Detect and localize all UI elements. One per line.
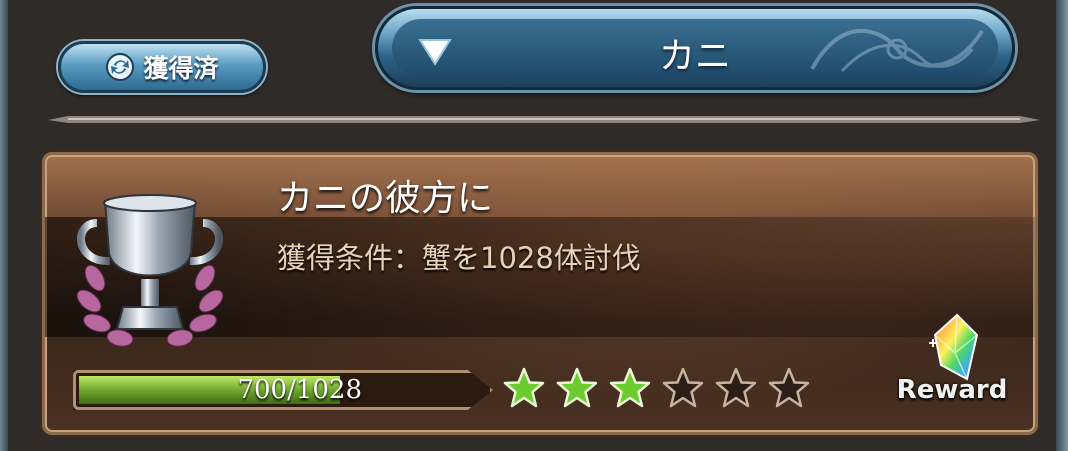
right-border [1056,0,1068,451]
achievement-condition: 獲得条件：蟹を1028体討伐 [277,241,641,275]
acquired-toggle-button[interactable]: 獲得済 [58,41,266,93]
star-icon [609,367,651,408]
progress-bar: 700/1028 [73,370,493,410]
category-filter-dropdown[interactable]: カニ [375,6,1015,90]
star-icon [715,367,757,408]
acquired-toggle-label: 獲得済 [143,54,219,83]
divider [48,116,1040,123]
star-icon [503,367,545,408]
reward-label: Reward [896,375,1008,405]
progress-text: 700/1028 [237,375,362,405]
left-border [0,0,8,451]
reward-button[interactable]: Reward [887,313,1017,413]
rainbow-crystal-icon [929,313,979,381]
star-icon [556,367,598,408]
filter-selected-value: カニ [658,36,731,77]
star-icon [768,367,810,408]
achievement-title: カニの彼方に [277,178,494,219]
star-rating [503,367,810,409]
trophy-icon [76,194,224,347]
star-icon [662,367,704,408]
refresh-icon [106,53,135,81]
achievement-card[interactable]: カニの彼方に 獲得条件：蟹を1028体討伐 700/1028 Reward [42,152,1038,435]
